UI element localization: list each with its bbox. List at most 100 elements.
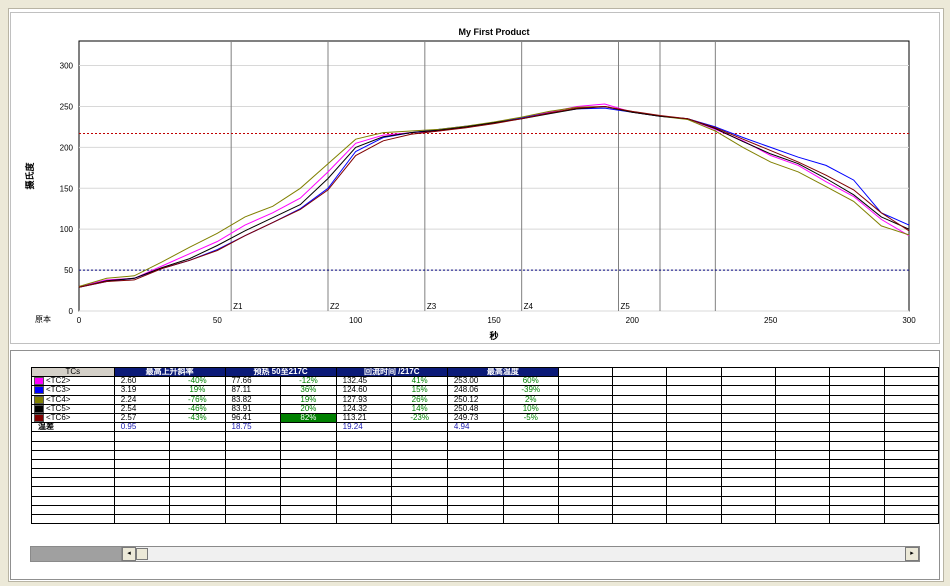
empty-cell: [169, 431, 226, 442]
y-tick-label: 100: [60, 225, 74, 234]
value-cell: 87.11: [224, 385, 282, 396]
empty-cell: [446, 513, 504, 525]
empty-cell: [829, 431, 885, 442]
table-row[interactable]: <TC5> 2.54 -46% 83.91 20% 124.32 14% 250.48 10%: [31, 403, 940, 414]
empty-cell: [335, 504, 393, 516]
table-row: [31, 513, 940, 525]
empty-cell: [224, 495, 282, 506]
empty-cell: [224, 477, 282, 488]
empty-cell: [720, 468, 776, 479]
empty-cell: [502, 513, 559, 525]
empty-cell: [883, 468, 940, 479]
empty-cell: [883, 431, 940, 442]
empty-cell: [446, 486, 504, 497]
x-tick-label: 0: [77, 316, 82, 325]
empty-cell: [391, 458, 448, 470]
y-axis-title: 摄氏度: [24, 162, 36, 190]
empty-cell: [612, 449, 668, 460]
empty-cell: [113, 458, 171, 470]
diff-value-cell: 4.94: [446, 422, 504, 433]
tcs-column-header[interactable]: TCs: [31, 366, 115, 378]
empty-cell: [612, 431, 668, 442]
empty-cell: [502, 449, 559, 460]
empty-cell: [774, 504, 831, 516]
value-cell: 2.60: [113, 376, 171, 387]
empty-cell: [391, 440, 448, 451]
empty-cell: [883, 477, 940, 488]
table-row[interactable]: <TC6> 2.57 -43% 96.41 82% 113.21 -23% 249.73 -5%: [31, 412, 940, 424]
empty-cell: [774, 403, 831, 414]
empty-cell: [280, 449, 337, 460]
x-tick-label: 100: [349, 316, 363, 325]
empty-cell: [502, 504, 559, 516]
empty-cell: [280, 422, 337, 433]
empty-cell: [774, 513, 831, 525]
empty-cell: [774, 394, 831, 405]
empty-cell: [169, 504, 226, 516]
results-grid-panel: TCs 最高上升斜率 预热 50至217C 回流时间 /217C 最高温度 <TC2> 2…: [10, 350, 940, 580]
tc-name-cell[interactable]: <TC5>: [31, 403, 115, 414]
group-header[interactable]: 预热 50至217C: [224, 366, 337, 378]
empty-cell: [31, 477, 115, 488]
tc-name-cell[interactable]: <TC6>: [31, 412, 115, 424]
empty-cell: [720, 458, 776, 470]
scroll-left-icon[interactable]: ◂: [122, 547, 136, 561]
x-tick-label: 50: [213, 316, 222, 325]
empty-cell: [829, 504, 885, 516]
percent-cell: 10%: [502, 403, 559, 414]
group-header[interactable]: 最高上升斜率: [113, 366, 226, 378]
empty-cell: [720, 385, 776, 396]
empty-cell: [335, 449, 393, 460]
empty-cell: [612, 394, 668, 405]
series-color-swatch: [34, 405, 44, 413]
table-row: [31, 440, 940, 451]
empty-cell: [720, 376, 776, 387]
value-cell: 96.41: [224, 412, 282, 424]
group-header[interactable]: 最高温度: [446, 366, 559, 378]
percent-cell: 19%: [280, 394, 337, 405]
empty-cell: [883, 458, 940, 470]
empty-cell: [113, 477, 171, 488]
table-row[interactable]: <TC4> 2.24 -76% 83.82 19% 127.93 26% 250.12 2%: [31, 394, 940, 405]
x-axis-title: 秒: [489, 330, 498, 342]
empty-cell: [224, 468, 282, 479]
scroll-thumb[interactable]: [136, 548, 148, 560]
empty-cell: [280, 504, 337, 516]
empty-cell: [557, 412, 614, 424]
x-tick-label: 200: [626, 316, 640, 325]
empty-cell: [502, 468, 559, 479]
empty-cell: [774, 449, 831, 460]
zone-label: Z5: [621, 302, 631, 311]
empty-cell: [720, 394, 776, 405]
percent-cell: 60%: [502, 376, 559, 387]
zone-label: Z4: [524, 302, 534, 311]
empty-cell: [720, 495, 776, 506]
empty-cell: [557, 468, 614, 479]
diff-label-cell: 温差: [31, 422, 115, 433]
scroll-right-icon[interactable]: ▸: [905, 547, 919, 561]
percent-cell: -12%: [280, 376, 337, 387]
empty-cell: [169, 440, 226, 451]
empty-cell: [720, 477, 776, 488]
tc-name-cell[interactable]: <TC4>: [31, 394, 115, 405]
empty-cell: [774, 458, 831, 470]
tc-name-cell[interactable]: <TC2>: [31, 376, 115, 387]
tc-name-cell[interactable]: <TC3>: [31, 385, 115, 396]
table-row[interactable]: <TC3> 3.19 19% 87.11 36% 124.60 15% 248.06 -39%: [31, 385, 940, 396]
empty-cell: [774, 422, 831, 433]
empty-cell: [557, 394, 614, 405]
horizontal-scrollbar[interactable]: ◂ ▸: [121, 546, 920, 562]
table-row[interactable]: <TC2> 2.60 -40% 77.66 -12% 132.45 41% 253.00 60%: [31, 376, 940, 387]
empty-cell: [502, 458, 559, 470]
empty-cell: [829, 477, 885, 488]
empty-cell: [502, 477, 559, 488]
empty-cell: [335, 458, 393, 470]
empty-cell: [391, 422, 448, 433]
tc-name-label: <TC2>: [46, 376, 71, 386]
empty-cell: [612, 403, 668, 414]
value-cell: 253.00: [446, 376, 504, 387]
empty-cell: [612, 376, 668, 387]
value-cell: 127.93: [335, 394, 393, 405]
group-header[interactable]: 回流时间 /217C: [335, 366, 448, 378]
empty-cell: [113, 504, 171, 516]
